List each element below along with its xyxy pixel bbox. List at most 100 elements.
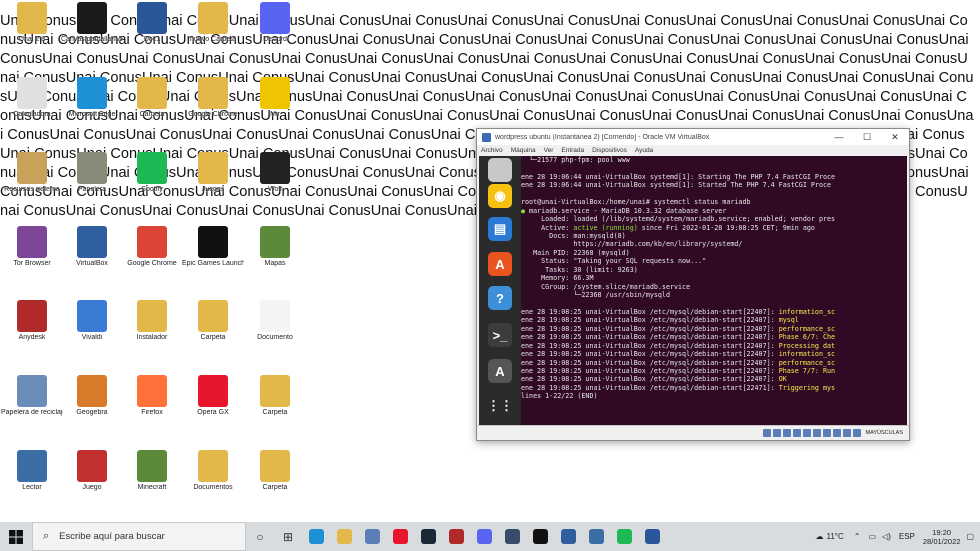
desktop-icon[interactable]: Discord: [244, 2, 306, 60]
weather-icon[interactable]: ☁: [816, 532, 824, 541]
menu-archivo[interactable]: Archivo: [481, 147, 503, 154]
word-taskbar-button[interactable]: [638, 522, 666, 551]
desktop-icon[interactable]: Juego: [61, 450, 123, 508]
steam-taskbar-button[interactable]: [414, 522, 442, 551]
desktop-icon[interactable]: Canvas pantalla IMF: [61, 2, 123, 60]
desktop-icon[interactable]: Carpeta: [121, 77, 183, 135]
desktop-icon[interactable]: Minecraft: [121, 450, 183, 508]
display-icon[interactable]: [822, 429, 831, 437]
vm-guest-screen[interactable]: ◉ ▤ A? >_ A ⋮⋮ └─21577 php-fpm: pool www ene 2…: [479, 156, 907, 426]
windows-logo-icon: [9, 529, 23, 544]
software-icon[interactable]: A: [488, 252, 512, 276]
audio-icon[interactable]: [782, 429, 791, 437]
desktop-icon[interactable]: Papelera: [61, 152, 123, 210]
desktop-icon-label: Microsoft Edge: [68, 111, 116, 118]
clock-date: 28/01/2022: [922, 536, 961, 546]
minimize-icon[interactable]: —: [825, 132, 853, 142]
usb-icon[interactable]: [802, 429, 811, 437]
desktop-icon[interactable]: Mapas: [244, 226, 306, 284]
desktop-icon[interactable]: Google Chrome: [121, 226, 183, 284]
desktop-icon[interactable]: Carpeta: [244, 450, 306, 508]
desktop-icon-label: Canvas pantalla IMF: [61, 36, 123, 43]
spotify-taskbar-button[interactable]: [610, 522, 638, 551]
virtualbox-taskbar-button[interactable]: [554, 522, 582, 551]
discord-taskbar-button[interactable]: [470, 522, 498, 551]
desktop-icon[interactable]: Spotify: [121, 152, 183, 210]
weather-temp[interactable]: 11°C: [827, 532, 844, 541]
host-key-icon[interactable]: [852, 429, 861, 437]
optical-drive-icon[interactable]: [772, 429, 781, 437]
app-taskbar-button[interactable]: [498, 522, 526, 551]
desktop-icon[interactable]: Wolf: [244, 152, 306, 210]
terminal-icon[interactable]: >_: [488, 323, 512, 347]
menu-dispositivos[interactable]: Dispositivos: [592, 147, 627, 154]
menu-entrada[interactable]: Entrada: [561, 147, 584, 154]
desktop-icon[interactable]: Calculadora: [1, 77, 63, 135]
desktop-icon[interactable]: VirtualBox: [61, 226, 123, 284]
desktop-icon[interactable]: Papelera de reciclaje: [1, 375, 63, 433]
desktop-icon[interactable]: Google Chrome: [182, 77, 244, 135]
desktop-icon[interactable]: Juegos: [182, 152, 244, 210]
virtualbox-window[interactable]: wordpress ubuntu (Instantánea 2) [Corrie…: [476, 128, 910, 441]
desktop-icon[interactable]: Opera GX: [182, 375, 244, 433]
desktop-icon[interactable]: Firefox: [121, 375, 183, 433]
mouse-integration-icon[interactable]: [842, 429, 851, 437]
desktop-icon[interactable]: Recursos sistema: [1, 152, 63, 210]
edge-taskbar-button[interactable]: [302, 522, 330, 551]
widgets-button[interactable]: ⊞: [274, 522, 302, 551]
desktop-icon[interactable]: Documentos: [182, 450, 244, 508]
desktop-icon[interactable]: Documento: [244, 300, 306, 358]
chevron-up-icon[interactable]: ⌃: [854, 532, 861, 541]
taskbar-clock[interactable]: 19:20 28/01/2022: [923, 528, 961, 546]
epic-taskbar-button[interactable]: [526, 522, 554, 551]
writer-icon[interactable]: ▤: [488, 217, 512, 241]
store-taskbar-button[interactable]: [358, 522, 386, 551]
vm-title-bar[interactable]: wordpress ubuntu (Instantánea 2) [Corrie…: [477, 129, 909, 145]
desktop-icon[interactable]: Instalador: [121, 300, 183, 358]
menu-ver[interactable]: Ver: [544, 147, 554, 154]
desktop-icon[interactable]: Tor Browser: [1, 226, 63, 284]
language-indicator[interactable]: ESP: [899, 532, 915, 541]
opera-taskbar-button[interactable]: [386, 522, 414, 551]
volume-icon[interactable]: ◁): [882, 532, 891, 541]
desktop-icon[interactable]: Microsoft Edge: [61, 77, 123, 135]
close-icon[interactable]: ✕: [881, 132, 909, 143]
desktop-icon[interactable]: Geogebra: [61, 375, 123, 433]
app-icon: [77, 300, 107, 332]
hdd-icon[interactable]: [762, 429, 771, 437]
updater-icon[interactable]: A: [488, 359, 512, 383]
game-taskbar-button[interactable]: [442, 522, 470, 551]
desktop-icon[interactable]: nuevo Carpeta: [182, 2, 244, 60]
notifications-icon[interactable]: ▢: [966, 532, 974, 541]
menu-maquina[interactable]: Máquina: [511, 147, 536, 154]
desktop-icon[interactable]: Carpeta: [244, 375, 306, 433]
desktop-icon[interactable]: Anydesk: [1, 300, 63, 358]
start-button[interactable]: [0, 522, 32, 551]
app-icon: [17, 226, 47, 258]
desktop-icon[interactable]: Carpeta: [182, 300, 244, 358]
menu-ayuda[interactable]: Ayuda: [635, 147, 653, 154]
terminal-line: └─21577 php-fpm: pool www: [521, 156, 630, 164]
discord-taskbar-icon: [476, 529, 492, 544]
explorer-taskbar-button[interactable]: [330, 522, 358, 551]
spotify-taskbar-icon: [616, 529, 632, 544]
desktop-icon[interactable]: Epic Games Launcher: [182, 226, 244, 284]
desktop-icon[interactable]: Lector: [1, 450, 63, 508]
taskbar-search-box[interactable]: ⌕ Escribe aquí para buscar: [32, 522, 246, 551]
desktop-icon[interactable]: Vivaldi: [61, 300, 123, 358]
desktop-icon[interactable]: Unai 2.8: [1, 2, 63, 60]
maximize-icon[interactable]: ☐: [853, 132, 881, 143]
desktop-icon[interactable]: Mir: [244, 77, 306, 135]
rhythmbox-icon[interactable]: ◉: [488, 184, 512, 208]
terminal-window[interactable]: └─21577 php-fpm: pool www ene 28 19:06:44…: [521, 156, 907, 426]
network-icon[interactable]: [792, 429, 801, 437]
desktop-icon[interactable]: Doc1: [121, 2, 183, 60]
shared-folder-icon[interactable]: [812, 429, 821, 437]
help-icon[interactable]: ?: [488, 286, 512, 310]
remote-taskbar-button[interactable]: [582, 522, 610, 551]
network-tray-icon[interactable]: ▭: [868, 532, 876, 541]
files-icon[interactable]: [488, 158, 512, 182]
capture-icon[interactable]: [832, 429, 841, 437]
show-apps-icon[interactable]: ⋮⋮: [487, 394, 513, 418]
task-view-button[interactable]: ○: [246, 522, 274, 551]
